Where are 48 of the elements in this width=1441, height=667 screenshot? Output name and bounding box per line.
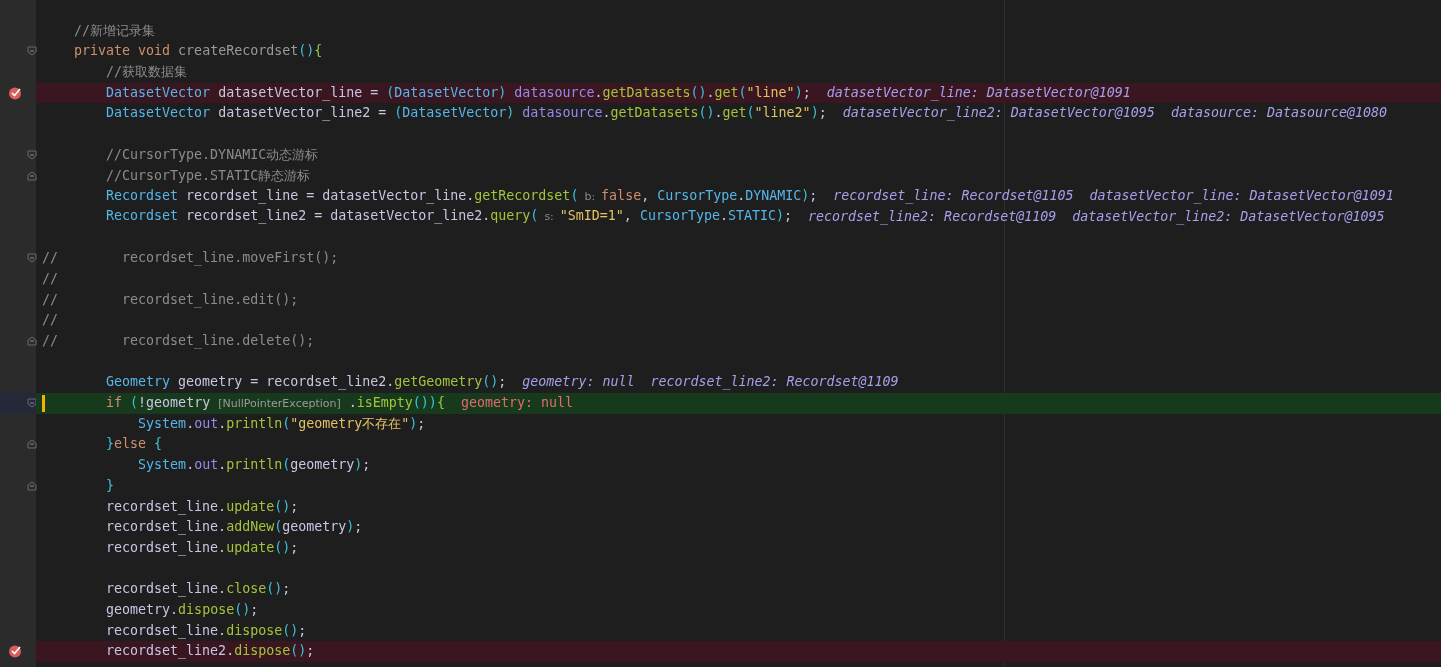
fold-icon[interactable] bbox=[27, 149, 37, 160]
inline-debug-value: datasetVector_line: DatasetVector@1091 bbox=[826, 83, 1131, 103]
inline-debug-value: recordset_line2: Recordset@1109 bbox=[808, 207, 1057, 227]
fold-icon[interactable] bbox=[27, 253, 37, 264]
code-line: //CursorType.STATIC静态游标 bbox=[106, 166, 311, 185]
code-line: geometry.dispose(); bbox=[106, 600, 259, 619]
code-line: recordset_line.update(); bbox=[106, 497, 299, 517]
code-line: recordset_line.dispose(); bbox=[106, 621, 307, 641]
code-line: private void createRecordset(){ bbox=[74, 42, 323, 61]
fold-icon[interactable] bbox=[27, 170, 37, 181]
code-line: } bbox=[106, 476, 115, 495]
code-line: recordset_line2.dispose(); bbox=[106, 642, 315, 661]
code-line: recordset_line.update(); bbox=[106, 538, 299, 558]
code-line: DatasetVector datasetVector_line2 = (DatasetVector) datasource.getDatasets().get("line2"); bbox=[106, 104, 827, 123]
inline-debug-value: geometry: null bbox=[460, 394, 573, 413]
code-line: // bbox=[42, 269, 58, 288]
code-line: // recordset_line.edit(); bbox=[42, 290, 299, 310]
breakpoint-icon[interactable] bbox=[8, 85, 22, 100]
code-line: System.out.println(geometry); bbox=[138, 456, 371, 475]
code-line: //CursorType.DYNAMIC动态游标 bbox=[106, 145, 319, 164]
breakpoint-icon[interactable] bbox=[8, 644, 22, 659]
code-line: //新增记录集 bbox=[74, 21, 156, 40]
inline-debug-value: geometry: null bbox=[522, 373, 635, 392]
fold-icon[interactable] bbox=[27, 336, 37, 346]
inline-debug-value: datasource: Datasource@1080 bbox=[1170, 104, 1388, 123]
inline-debug-value: datasetVector_line2: DatasetVector@1095 bbox=[842, 104, 1155, 123]
code-line: Geometry geometry = recordset_line2.getGeometry(); bbox=[106, 373, 507, 392]
code-line: DatasetVector datasetVector_line = (DatasetVector) datasource.getDatasets().get("line"); bbox=[106, 83, 811, 103]
inline-debug-value: datasetVector_line: DatasetVector@1091 bbox=[1089, 187, 1394, 206]
code-line: System.out.println("geometry不存在"); bbox=[138, 414, 426, 433]
code-line: //获取数据集 bbox=[106, 63, 188, 82]
code-line: Recordset recordset_line2 = datasetVector_line2.query( s: "SmID=1", CursorType.STATIC); bbox=[106, 207, 793, 226]
fold-icon[interactable] bbox=[27, 46, 37, 57]
code-line: recordset_line.close(); bbox=[106, 580, 291, 599]
code-line: // recordset_line.moveFirst(); bbox=[42, 249, 339, 268]
fold-icon[interactable] bbox=[27, 439, 37, 450]
code-line: Recordset recordset_line = datasetVector_line.getRecordset( b: false, CursorType.DYNAMIC); bbox=[106, 186, 818, 206]
fold-icon[interactable] bbox=[27, 398, 37, 409]
code-line: if (!geometry [NullPointerException] .isEmpty()){ bbox=[106, 393, 445, 412]
fold-icon[interactable] bbox=[27, 480, 37, 491]
execution-marker bbox=[42, 395, 45, 413]
inline-debug-value: recordset_line: Recordset@1105 bbox=[833, 187, 1074, 206]
inline-debug-value: recordset_line2: Recordset@1109 bbox=[650, 373, 899, 392]
code-line: recordset_line.addNew(geometry); bbox=[106, 518, 363, 537]
code-line: }else { bbox=[106, 435, 163, 454]
code-line: // recordset_line.delete(); bbox=[42, 332, 315, 351]
inline-debug-value: datasetVector_line2: DatasetVector@1095 bbox=[1072, 207, 1385, 227]
code-line: // bbox=[42, 311, 58, 330]
